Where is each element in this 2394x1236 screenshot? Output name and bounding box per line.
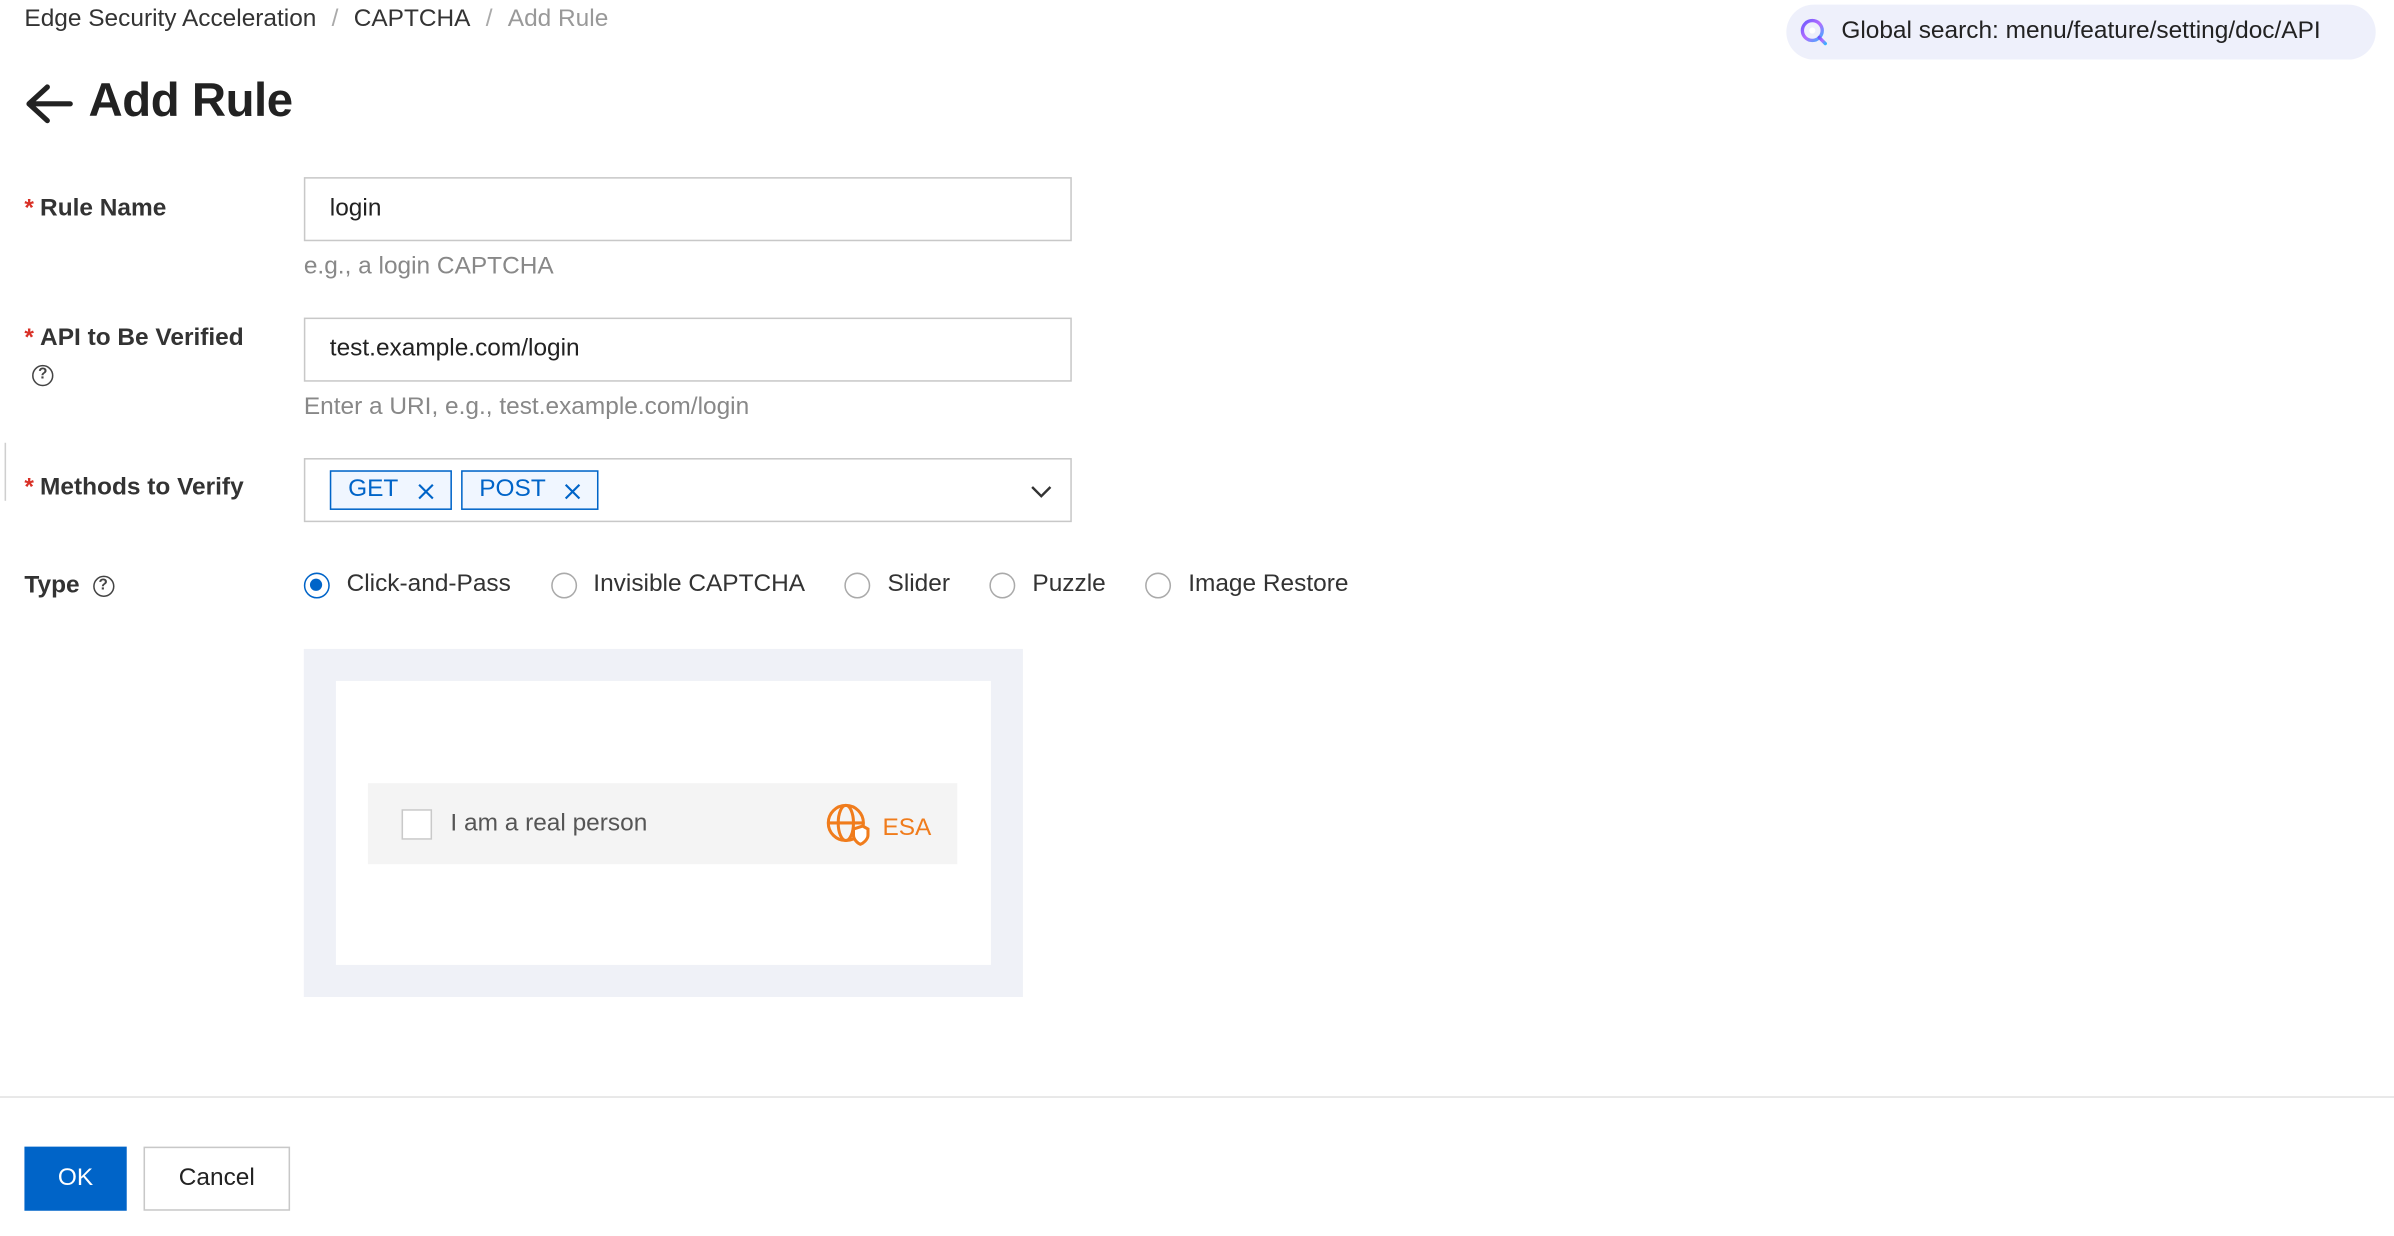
chevron-down-icon[interactable] [1028,478,1055,505]
api-label-text: API to Be Verified [40,325,244,352]
breadcrumb: Edge Security Acceleration / CAPTCHA / Add R… [24,6,608,33]
breadcrumb-item-add-rule: Add Rule [507,6,609,33]
side-panel-edge [0,442,7,501]
radio-button[interactable] [989,571,1016,598]
global-search-label: Global search: menu/feature/setting/doc/… [1841,18,2321,45]
radio-puzzle[interactable]: Puzzle [989,571,1106,598]
page-title: Add Rule [88,73,294,127]
ai-search-icon [1799,17,1830,48]
methods-label: * Methods to Verify [24,475,243,502]
method-tag-post: POST [460,470,600,510]
ok-button[interactable]: OK [24,1146,127,1211]
captcha-checkbox-label: I am a real person [450,809,648,836]
captcha-widget: I am a real person ESA [367,783,958,865]
rule-name-label: * Rule Name [24,195,166,222]
page-header: Add Rule [21,70,294,131]
cancel-button[interactable]: Cancel [143,1146,291,1211]
radio-button[interactable] [844,571,871,598]
tag-label: GET [348,476,399,503]
captcha-preview-canvas: I am a real person ESA [335,680,991,965]
type-label: Type ? [24,572,114,600]
api-hint: Enter a URI, e.g., test.example.com/logi… [303,393,750,420]
breadcrumb-separator: / [331,6,339,33]
captcha-preview: I am a real person ESA [303,648,1023,998]
methods-select[interactable]: GET POST [303,458,1072,523]
captcha-checkbox[interactable] [401,808,433,839]
required-mark: * [24,474,34,501]
footer-divider [0,1096,2394,1098]
brand-label: ESA [882,814,932,841]
radio-button-checked[interactable] [303,571,330,598]
radio-image-restore[interactable]: Image Restore [1145,571,1348,598]
required-mark: * [24,325,34,352]
radio-label: Image Restore [1188,571,1349,597]
method-tag-get: GET [329,470,452,510]
breadcrumb-item-esa[interactable]: Edge Security Acceleration [24,6,316,32]
close-icon[interactable] [564,481,582,500]
api-label: * API to Be Verified ? [24,321,244,394]
tag-label: POST [479,476,546,503]
help-icon[interactable]: ? [32,364,54,386]
radio-invisible-captcha[interactable]: Invisible CAPTCHA [550,571,806,598]
type-label-text: Type [24,572,80,599]
radio-label: Puzzle [1032,571,1106,597]
esa-brand: ESA [824,802,931,855]
breadcrumb-separator: / [485,6,493,33]
api-input[interactable] [303,317,1072,382]
radio-label: Click-and-Pass [346,571,511,597]
globe-shield-icon [824,802,870,855]
radio-label: Slider [887,571,950,597]
required-mark: * [24,195,34,222]
back-arrow-icon[interactable] [21,76,76,131]
rule-name-label-text: Rule Name [40,195,167,222]
rule-name-input[interactable] [303,177,1072,242]
methods-label-text: Methods to Verify [40,474,244,501]
rule-name-hint: e.g., a login CAPTCHA [303,253,554,280]
radio-slider[interactable]: Slider [844,571,950,598]
add-rule-page: Edge Security Acceleration / CAPTCHA / Add R… [0,0,2394,1236]
radio-button[interactable] [550,571,577,598]
help-icon[interactable]: ? [92,575,114,597]
close-icon[interactable] [417,481,435,500]
breadcrumb-item-captcha[interactable]: CAPTCHA [354,6,471,32]
radio-click-and-pass[interactable]: Click-and-Pass [303,571,511,598]
radio-label: Invisible CAPTCHA [593,571,806,597]
type-radio-group: Click-and-Pass Invisible CAPTCHA Slider … [303,571,1388,598]
radio-button[interactable] [1145,571,1172,598]
global-search-button[interactable]: Global search: menu/feature/setting/doc/… [1786,4,2376,60]
